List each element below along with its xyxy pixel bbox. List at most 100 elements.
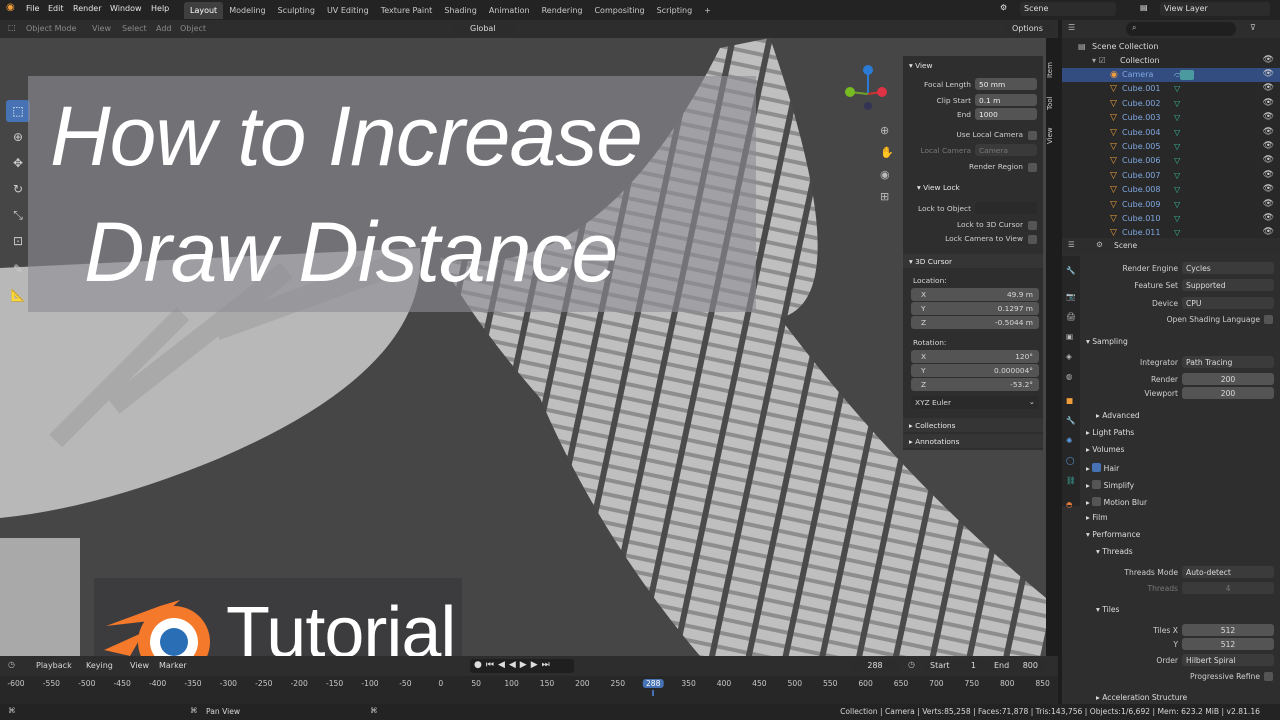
tab-shading[interactable]: Shading — [438, 2, 483, 19]
world-tab-icon[interactable]: ◍ — [1066, 372, 1073, 381]
eye-icon[interactable]: 👁 — [1263, 227, 1274, 237]
menu-window[interactable]: Window — [110, 4, 142, 13]
mode-select[interactable]: Object Mode — [26, 24, 76, 33]
focal-length-field[interactable]: 50 mm — [975, 78, 1037, 90]
transform-orientation[interactable]: Global — [454, 22, 516, 36]
feature-set-select[interactable]: Supported — [1182, 279, 1274, 291]
tab-item[interactable]: Item — [1046, 62, 1058, 78]
render-region-checkbox[interactable] — [1028, 163, 1037, 172]
eye-icon[interactable]: 👁 — [1263, 155, 1274, 165]
clock-icon[interactable]: ◷ — [908, 660, 915, 669]
clip-start-field[interactable]: 0.1 m — [975, 94, 1037, 106]
outliner-editor-icon[interactable]: ☰ — [1068, 23, 1075, 32]
playhead-line[interactable] — [652, 690, 655, 696]
menu-add[interactable]: Add — [156, 24, 172, 33]
scene-icon[interactable]: ⚙ — [1000, 3, 1007, 12]
use-local-camera-checkbox[interactable] — [1028, 131, 1037, 140]
scale-tool-icon[interactable]: ⤡ — [6, 204, 30, 226]
rotation-mode-select[interactable]: XYZ Euler ⌄ — [903, 396, 1043, 410]
tab-texture-paint[interactable]: Texture Paint — [375, 2, 439, 19]
eye-icon[interactable]: 👁 — [1263, 184, 1274, 194]
eye-icon[interactable]: 👁 — [1263, 112, 1274, 122]
outliner-collection[interactable]: ▾ ☑ Collection 👁 — [1062, 54, 1280, 68]
tab-tool[interactable]: Tool — [1046, 96, 1058, 110]
viewport-samples-field[interactable]: 200 — [1182, 387, 1274, 399]
view-layer-field[interactable]: View Layer — [1160, 2, 1270, 16]
lock-camera-view-checkbox[interactable] — [1028, 235, 1037, 244]
render-samples-field[interactable]: 200 — [1182, 373, 1274, 385]
tiles-x-field[interactable]: 512 — [1182, 624, 1274, 636]
playback-controls[interactable]: ●⏮◀◀▶▶⏭ — [470, 659, 574, 673]
menu-edit[interactable]: Edit — [48, 4, 64, 13]
editor-type-icon[interactable]: ⬚ — [8, 23, 16, 32]
outliner-item-cube[interactable]: ▽ Cube.004 ▽ 👁 — [1062, 126, 1280, 140]
sampling-header[interactable]: ▾ Sampling — [1080, 334, 1280, 350]
outliner-item-cube[interactable]: ▽ Cube.006 ▽ 👁 — [1062, 154, 1280, 168]
annotations-header[interactable]: ▸ Annotations — [903, 434, 1043, 448]
performance-header[interactable]: ▾ Performance — [1080, 527, 1280, 543]
eye-icon[interactable]: 👁 — [1263, 213, 1274, 223]
properties-editor-icon[interactable]: ☰ — [1068, 240, 1075, 249]
tiles-header[interactable]: ▾ Tiles — [1080, 602, 1280, 618]
zoom-icon[interactable]: ⊕ — [880, 124, 889, 137]
measure-tool-icon[interactable]: 📐 — [6, 284, 30, 306]
transform-tool-icon[interactable]: ⊡ — [6, 230, 30, 252]
scene-tab-icon[interactable]: ◈ — [1066, 352, 1072, 361]
lock-to-object-field[interactable] — [975, 202, 1037, 214]
tab-modeling[interactable]: Modeling — [223, 2, 271, 19]
end-frame-field[interactable]: End 800 — [988, 659, 1046, 673]
menu-render[interactable]: Render — [73, 4, 101, 13]
object-tab-icon[interactable]: ■ — [1066, 396, 1073, 405]
camera-icon[interactable]: ◉ — [880, 168, 890, 181]
annotate-tool-icon[interactable]: ✎ — [6, 258, 30, 280]
tab-animation[interactable]: Animation — [483, 2, 536, 19]
eye-icon[interactable]: 👁 — [1263, 170, 1274, 180]
tab-scripting[interactable]: Scripting — [651, 2, 699, 19]
progressive-refine-checkbox[interactable] — [1264, 672, 1273, 681]
integrator-select[interactable]: Path Tracing — [1182, 356, 1274, 368]
hair-header[interactable]: ▸ Hair — [1080, 459, 1280, 475]
volumes-header[interactable]: ▸ Volumes — [1080, 442, 1280, 458]
outliner-item-cube[interactable]: ▽ Cube.009 ▽ 👁 — [1062, 198, 1280, 212]
material-tab-icon[interactable]: ◓ — [1066, 500, 1073, 509]
tab-compositing[interactable]: Compositing — [588, 2, 650, 19]
output-tab-icon[interactable]: 🖨 — [1066, 312, 1076, 321]
menu-select[interactable]: Select — [122, 24, 147, 33]
physics-tab-icon[interactable]: ◯ — [1066, 456, 1075, 465]
render-tab-icon[interactable]: 📷 — [1066, 292, 1075, 301]
outliner-item-camera[interactable]: ◉ Camera ⤼ 👁 — [1062, 68, 1280, 82]
film-header[interactable]: ▸ Film — [1080, 510, 1280, 526]
menu-object[interactable]: Object — [180, 24, 206, 33]
tiles-y-field[interactable]: 512 — [1182, 638, 1274, 650]
options-button[interactable]: Options — [1006, 22, 1054, 36]
menu-help[interactable]: Help — [151, 4, 169, 13]
3d-cursor-header[interactable]: ▾ 3D Cursor — [903, 254, 1043, 268]
tab-sculpting[interactable]: Sculpting — [272, 2, 321, 19]
cursor-loc-x[interactable]: X 49.9 m — [903, 288, 1043, 302]
constraints-tab-icon[interactable]: ⛓ — [1066, 476, 1076, 485]
view-layer-tab-icon[interactable]: ▣ — [1066, 332, 1073, 341]
cursor-rot-y[interactable]: Y 0.000004° — [903, 364, 1043, 378]
menu-file[interactable]: File — [26, 4, 39, 13]
outliner-item-cube[interactable]: ▽ Cube.003 ▽ 👁 — [1062, 111, 1280, 125]
eye-icon[interactable]: 👁 — [1263, 55, 1274, 65]
threads-count-field[interactable]: 4 — [1182, 582, 1274, 594]
particles-tab-icon[interactable]: ✺ — [1066, 436, 1072, 445]
filter-icon[interactable]: ⊽ — [1250, 23, 1256, 32]
outliner-search-input[interactable] — [1126, 22, 1236, 36]
3d-viewport[interactable]: ⬚ ⊕ ✥ ↻ ⤡ ⊡ ✎ 📐 ⊕ ✋ ◉ ⊞ How to Increase … — [0, 38, 1046, 656]
tool-tab-icon[interactable]: 🔧 — [1066, 266, 1075, 275]
move-tool-icon[interactable]: ✥ — [6, 152, 30, 174]
scene-field[interactable]: Scene — [1020, 2, 1116, 16]
add-workspace-icon[interactable]: + — [698, 2, 717, 19]
timeline-view-menu[interactable]: View — [130, 661, 149, 670]
cursor-loc-y[interactable]: Y 0.1297 m — [903, 302, 1043, 316]
frame-ruler[interactable]: -600 -550 -500 -450 -400 -350 -300 -250 -200 -150… — [0, 676, 1058, 696]
collections-header[interactable]: ▸ Collections — [903, 418, 1043, 432]
pan-hand-icon[interactable]: ✋ — [880, 146, 894, 159]
simplify-header[interactable]: ▸ Simplify — [1080, 476, 1280, 492]
outliner-item-cube[interactable]: ▽ Cube.002 ▽ 👁 — [1062, 97, 1280, 111]
tab-view[interactable]: View — [1046, 128, 1058, 145]
lock-3d-cursor-checkbox[interactable] — [1028, 221, 1037, 230]
light-paths-header[interactable]: ▸ Light Paths — [1080, 425, 1280, 441]
